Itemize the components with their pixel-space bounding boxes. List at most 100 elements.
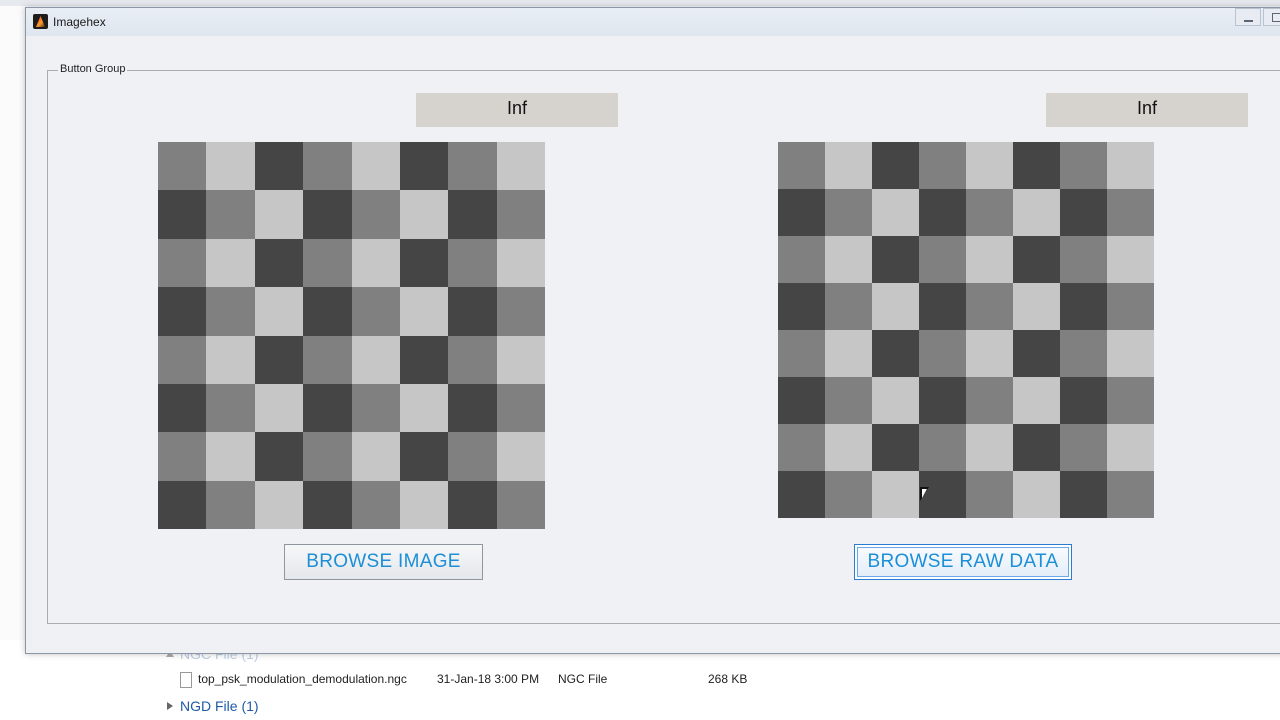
image-pixel-cell	[254, 238, 304, 288]
image-pixel-cell	[254, 142, 304, 191]
image-pixel-cell	[496, 383, 545, 433]
image-pixel-cell	[1013, 189, 1060, 236]
image-pixel-cell	[399, 287, 449, 336]
image-pixel-cell	[778, 142, 825, 189]
image-pixel-cell	[966, 236, 1013, 283]
file-size: 268 KB	[708, 672, 748, 686]
image-pixel-cell	[496, 480, 545, 529]
image-pixel-cell	[351, 190, 400, 239]
image-pixel-cell	[825, 424, 872, 471]
image-pixel-cell	[872, 189, 919, 236]
image-pixel-cell	[254, 335, 304, 384]
image-pixel-cell	[496, 287, 545, 336]
image-pixel-cell	[448, 238, 497, 288]
image-pixel-cell	[254, 190, 304, 239]
image-pixel-cell	[303, 383, 352, 433]
image-pixel-cell	[399, 335, 449, 384]
image-pixel-cell	[1060, 424, 1107, 471]
image-pixel-cell	[206, 335, 255, 384]
image-pixel-cell	[448, 383, 497, 433]
maximize-button[interactable]	[1263, 8, 1280, 26]
image-pixel-cell	[825, 283, 872, 330]
image-pixel-cell	[448, 142, 497, 191]
image-pixel-cell	[872, 142, 919, 189]
image-pixel-cell	[206, 190, 255, 239]
file-row[interactable]: top_psk_modulation_demodulation.ngc 31-J…	[180, 671, 780, 689]
background-title-strip	[0, 0, 1280, 6]
image-pixel-cell	[966, 189, 1013, 236]
image-pixel-cell	[206, 142, 255, 191]
window-title: Imagehex	[53, 15, 106, 29]
image-pixel-cell	[351, 432, 400, 481]
image-pixel-cell	[351, 480, 400, 529]
image-pixel-cell	[206, 287, 255, 336]
image-pixel-cell	[1107, 471, 1154, 518]
image-pixel-cell	[872, 471, 919, 518]
image-pixel-cell	[778, 424, 825, 471]
image-pixel-cell	[1107, 330, 1154, 377]
image-pixel-cell	[966, 283, 1013, 330]
file-name: top_psk_modulation_demodulation.ngc	[198, 672, 407, 686]
imagehex-window: Imagehex Button Group Inf Inf BROWSE IMA…	[25, 7, 1280, 654]
image-pixel-cell	[825, 189, 872, 236]
image-pixel-cell	[399, 383, 449, 433]
image-pixel-cell	[399, 432, 449, 481]
image-pixel-cell	[872, 283, 919, 330]
image-pixel-cell	[448, 190, 497, 239]
image-pixel-cell	[1107, 424, 1154, 471]
image-pixel-cell	[303, 238, 352, 288]
image-pixel-cell	[158, 287, 207, 336]
image-pixel-cell	[254, 432, 304, 481]
image-pixel-cell	[872, 424, 919, 471]
image-pixel-cell	[496, 238, 545, 288]
image-pixel-cell	[966, 471, 1013, 518]
image-pixel-cell	[1107, 283, 1154, 330]
image-pixel-cell	[399, 190, 449, 239]
image-pixel-cell	[919, 283, 966, 330]
image-pixel-cell	[351, 383, 400, 433]
image-pixel-cell	[966, 424, 1013, 471]
title-bar[interactable]: Imagehex	[26, 8, 1280, 36]
image-pixel-cell	[919, 424, 966, 471]
image-pixel-cell	[1060, 377, 1107, 424]
window-controls	[1233, 8, 1280, 26]
image-pixel-cell	[872, 330, 919, 377]
image-pixel-cell	[254, 383, 304, 433]
image-pixel-cell	[496, 142, 545, 191]
image-pixel-cell	[158, 142, 207, 191]
image-pixel-cell	[303, 432, 352, 481]
image-pixel-cell	[303, 142, 352, 191]
image-pixel-cell	[919, 330, 966, 377]
left-value-display: Inf	[416, 93, 618, 127]
image-pixel-cell	[351, 287, 400, 336]
image-pixel-cell	[778, 236, 825, 283]
file-group-label: NGD File (1)	[180, 698, 259, 714]
image-pixel-cell	[399, 142, 449, 191]
image-pixel-cell	[919, 236, 966, 283]
image-pixel-cell	[448, 432, 497, 481]
file-date: 31-Jan-18 3:00 PM	[437, 672, 540, 686]
image-pixel-cell	[448, 287, 497, 336]
image-pixel-cell	[1060, 330, 1107, 377]
image-pixel-cell	[778, 283, 825, 330]
file-group-ngd[interactable]: NGD File (1)	[166, 698, 259, 714]
browse-raw-data-button[interactable]: BROWSE RAW DATA	[854, 544, 1072, 580]
image-pixel-cell	[351, 142, 400, 191]
image-pixel-cell	[399, 238, 449, 288]
browse-image-button[interactable]: BROWSE IMAGE	[284, 544, 483, 580]
image-pixel-cell	[1060, 471, 1107, 518]
image-pixel-cell	[206, 383, 255, 433]
image-pixel-cell	[825, 471, 872, 518]
image-pixel-cell	[872, 236, 919, 283]
image-pixel-cell	[206, 238, 255, 288]
image-pixel-cell	[158, 190, 207, 239]
image-pixel-cell	[158, 432, 207, 481]
image-pixel-cell	[919, 142, 966, 189]
image-pixel-cell	[778, 189, 825, 236]
image-pixel-cell	[158, 383, 207, 433]
image-pixel-cell	[158, 238, 207, 288]
image-pixel-cell	[496, 432, 545, 481]
minimize-button[interactable]	[1235, 8, 1261, 26]
image-pixel-cell	[825, 330, 872, 377]
image-pixel-cell	[158, 480, 207, 529]
